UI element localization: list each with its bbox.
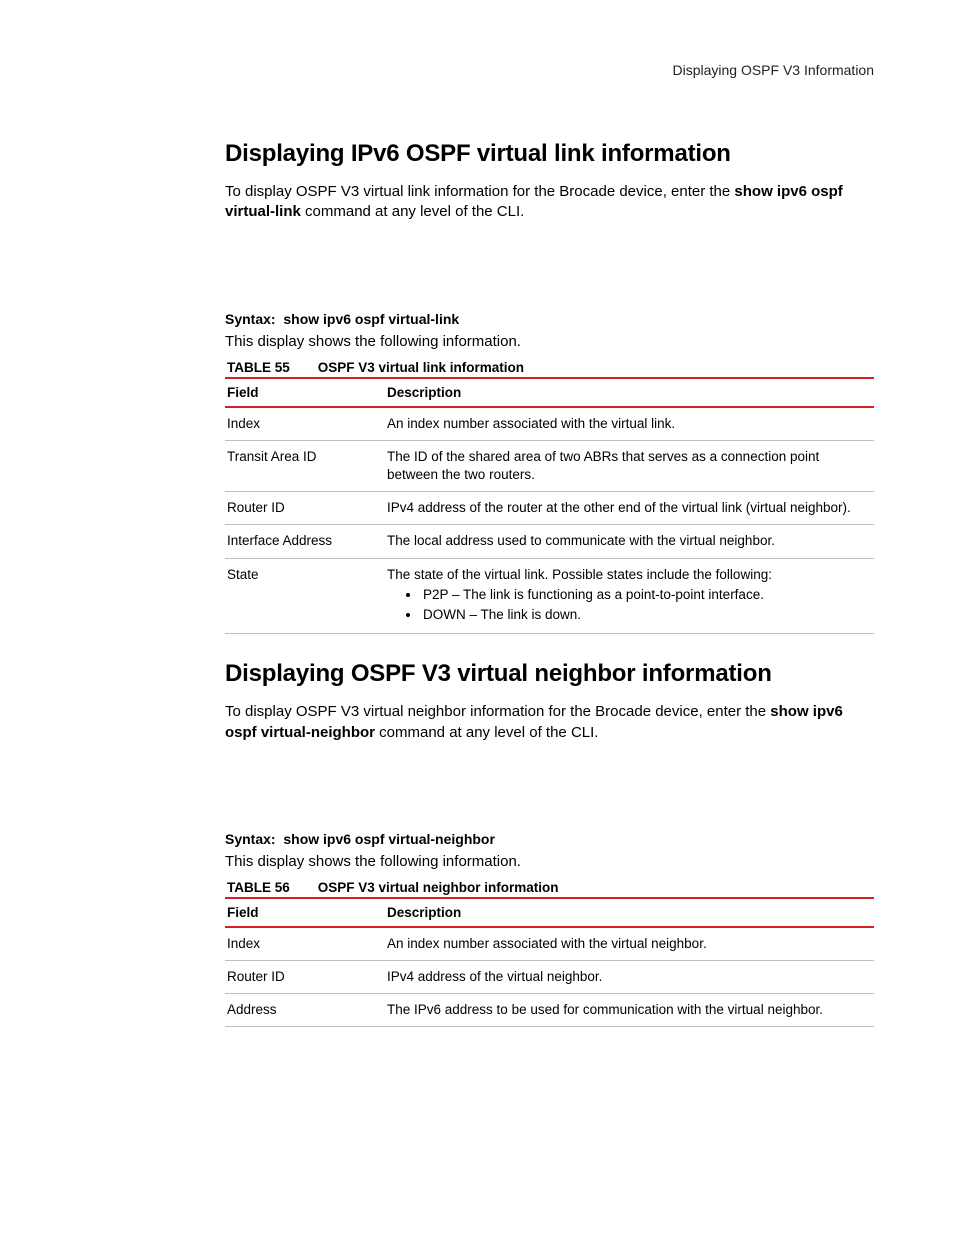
cell-field: Router ID — [225, 492, 385, 525]
cell-desc: The state of the virtual link. Possible … — [385, 558, 874, 634]
state-bullet: P2P – The link is functioning as a point… — [421, 586, 868, 604]
section2-intro-pre: To display OSPF V3 virtual neighbor info… — [225, 703, 770, 720]
cell-desc: The IPv6 address to be used for communic… — [385, 994, 874, 1027]
state-lead: The state of the virtual link. Possible … — [387, 567, 772, 582]
table-row: Router ID IPv4 address of the router at … — [225, 492, 874, 525]
section1-syntax: Syntax: show ipv6 ospf virtual-link — [225, 311, 874, 327]
cell-field: State — [225, 558, 385, 634]
syntax-command: show ipv6 ospf virtual-link — [283, 311, 459, 327]
cell-field: Interface Address — [225, 525, 385, 558]
table55-head-desc: Description — [385, 378, 874, 407]
section1-heading: Displaying IPv6 OSPF virtual link inform… — [225, 140, 874, 168]
cell-desc: IPv4 address of the virtual neighbor. — [385, 960, 874, 993]
cell-field: Index — [225, 927, 385, 961]
table-row: Transit Area ID The ID of the shared are… — [225, 440, 874, 491]
syntax-label: Syntax: — [225, 311, 276, 327]
cell-desc: IPv4 address of the router at the other … — [385, 492, 874, 525]
table56-label: TABLE 56 — [227, 880, 290, 895]
cell-field: Transit Area ID — [225, 440, 385, 491]
section1-intro-pre: To display OSPF V3 virtual link informat… — [225, 183, 734, 200]
spacer — [225, 753, 874, 831]
table56-caption: TABLE 56 OSPF V3 virtual neighbor informa… — [227, 880, 874, 895]
table55-label: TABLE 55 — [227, 360, 290, 375]
table55-caption: TABLE 55 OSPF V3 virtual link information — [227, 360, 874, 375]
table-row: Index An index number associated with th… — [225, 407, 874, 441]
section2-intro: To display OSPF V3 virtual neighbor info… — [225, 702, 874, 743]
state-bullet: DOWN – The link is down. — [421, 606, 868, 624]
state-bullets: P2P – The link is functioning as a point… — [387, 586, 868, 624]
table56-head-desc: Description — [385, 898, 874, 927]
cell-desc: The local address used to communicate wi… — [385, 525, 874, 558]
table-row: Index An index number associated with th… — [225, 927, 874, 961]
cell-desc: The ID of the shared area of two ABRs th… — [385, 440, 874, 491]
section2-intro-post: command at any level of the CLI. — [375, 724, 598, 741]
section2-display-lead: This display shows the following informa… — [225, 853, 874, 870]
section2-heading: Displaying OSPF V3 virtual neighbor info… — [225, 660, 874, 688]
running-header: Displaying OSPF V3 Information — [225, 62, 874, 78]
cell-desc: An index number associated with the virt… — [385, 407, 874, 441]
spacer — [225, 233, 874, 311]
cell-field: Router ID — [225, 960, 385, 993]
section1-intro: To display OSPF V3 virtual link informat… — [225, 182, 874, 223]
section1-intro-post: command at any level of the CLI. — [301, 203, 524, 220]
cell-field: Address — [225, 994, 385, 1027]
table-row: Address The IPv6 address to be used for … — [225, 994, 874, 1027]
table56-title: OSPF V3 virtual neighbor information — [318, 880, 559, 895]
cell-desc: An index number associated with the virt… — [385, 927, 874, 961]
page: Displaying OSPF V3 Information Displayin… — [0, 0, 954, 1235]
syntax-label: Syntax: — [225, 831, 276, 847]
cell-field: Index — [225, 407, 385, 441]
syntax-command: show ipv6 ospf virtual-neighbor — [283, 831, 495, 847]
table56: Field Description Index An index number … — [225, 897, 874, 1028]
table-row: Router ID IPv4 address of the virtual ne… — [225, 960, 874, 993]
table55-head-field: Field — [225, 378, 385, 407]
section2-syntax: Syntax: show ipv6 ospf virtual-neighbor — [225, 831, 874, 847]
table-row: Interface Address The local address used… — [225, 525, 874, 558]
section1-display-lead: This display shows the following informa… — [225, 333, 874, 350]
table55-title: OSPF V3 virtual link information — [318, 360, 524, 375]
table-row: State The state of the virtual link. Pos… — [225, 558, 874, 634]
table55: Field Description Index An index number … — [225, 377, 874, 635]
table56-head-field: Field — [225, 898, 385, 927]
